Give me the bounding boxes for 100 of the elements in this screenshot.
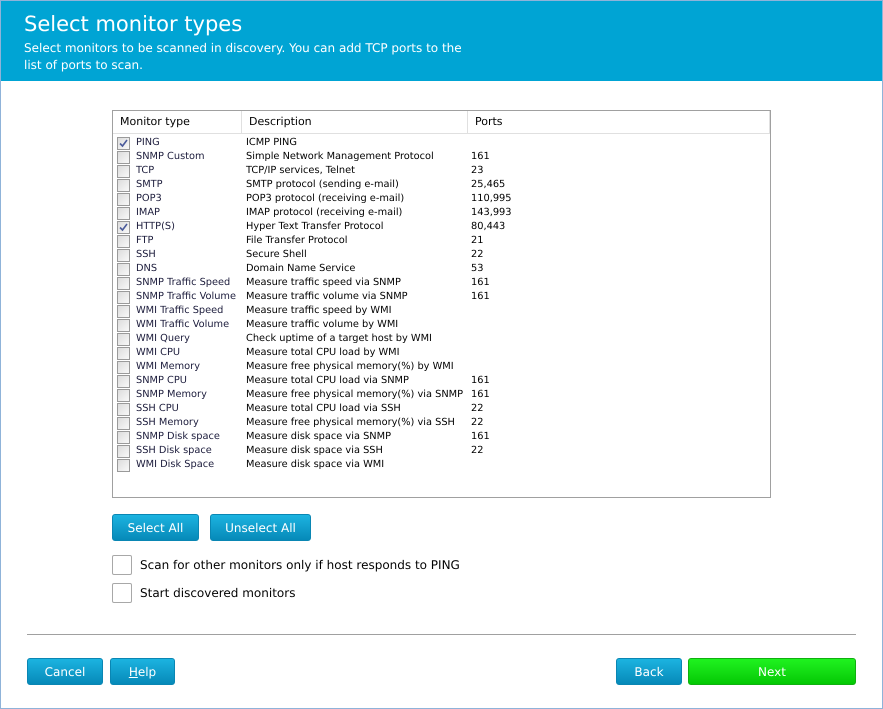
monitor-type: SSH bbox=[136, 248, 156, 262]
monitor-type: SNMP Traffic Volume bbox=[136, 290, 236, 304]
row-checkbox[interactable] bbox=[117, 430, 130, 444]
monitor-type: SNMP CPU bbox=[136, 374, 187, 388]
row-checkbox[interactable] bbox=[117, 136, 130, 150]
column-header[interactable]: Ports bbox=[468, 111, 770, 133]
monitor-description: Check uptime of a target host by WMI bbox=[246, 333, 432, 344]
monitor-description: Measure total CPU load by WMI bbox=[246, 347, 400, 358]
monitor-description: Measure traffic speed via SNMP bbox=[246, 277, 401, 288]
row-checkbox[interactable] bbox=[117, 276, 130, 290]
row-checkbox[interactable] bbox=[117, 206, 130, 220]
monitor-description: Measure total CPU load via SNMP bbox=[246, 375, 409, 386]
monitor-description: Measure free physical memory(%) via SSH bbox=[246, 417, 455, 428]
monitor-type: PING bbox=[136, 136, 160, 150]
option-checkbox[interactable] bbox=[112, 583, 132, 603]
footer-button[interactable]: Help bbox=[110, 658, 175, 685]
column-header[interactable]: Monitor type bbox=[113, 111, 242, 133]
monitor-description: Measure free physical memory(%) by WMI bbox=[246, 361, 454, 372]
monitor-description: IMAP protocol (receiving e-mail) bbox=[246, 207, 402, 218]
row-checkbox[interactable] bbox=[117, 248, 130, 262]
option-label: Start discovered monitors bbox=[140, 585, 296, 602]
monitor-type: DNS bbox=[136, 262, 158, 276]
monitor-ports: 22 bbox=[471, 249, 484, 260]
monitor-ports: 161 bbox=[471, 431, 490, 442]
monitor-type: SSH Memory bbox=[136, 416, 199, 430]
row-checkbox[interactable] bbox=[117, 332, 130, 346]
monitor-type: TCP bbox=[136, 164, 154, 178]
page-subtitle: Select monitors to be scanned in discovery. You can add TCP ports to the list of ports to scan. bbox=[24, 40, 463, 74]
monitor-ports: 21 bbox=[471, 235, 484, 246]
row-checkbox[interactable] bbox=[117, 444, 130, 458]
row-checkbox[interactable] bbox=[117, 262, 130, 276]
monitor-ports: 161 bbox=[471, 389, 490, 400]
monitor-type: WMI Traffic Speed bbox=[136, 304, 224, 318]
row-checkbox[interactable] bbox=[117, 304, 130, 318]
monitor-type: WMI Traffic Volume bbox=[136, 318, 230, 332]
page-title: Select monitor types bbox=[24, 11, 244, 37]
monitor-ports: 22 bbox=[471, 417, 484, 428]
monitor-type: IMAP bbox=[136, 206, 160, 220]
monitor-ports: 25,465 bbox=[471, 179, 506, 190]
table-action-button[interactable]: Unselect All bbox=[210, 514, 311, 541]
monitor-type: WMI Disk Space bbox=[136, 458, 214, 472]
monitor-ports: 161 bbox=[471, 291, 490, 302]
monitor-type: POP3 bbox=[136, 192, 162, 206]
monitor-description: Measure total CPU load via SSH bbox=[246, 403, 401, 414]
monitor-description: Domain Name Service bbox=[246, 263, 356, 274]
row-checkbox[interactable] bbox=[117, 150, 130, 164]
column-header[interactable]: Description bbox=[242, 111, 468, 133]
monitor-type: FTP bbox=[136, 234, 154, 248]
row-checkbox[interactable] bbox=[117, 458, 130, 472]
monitor-ports: 161 bbox=[471, 375, 490, 386]
row-checkbox[interactable] bbox=[117, 402, 130, 416]
monitor-type: SNMP Memory bbox=[136, 388, 207, 402]
row-checkbox[interactable] bbox=[117, 234, 130, 248]
monitor-description: Measure disk space via WMI bbox=[246, 459, 384, 470]
monitor-ports: 161 bbox=[471, 151, 490, 162]
monitor-description: Hyper Text Transfer Protocol bbox=[246, 221, 384, 232]
monitor-description: Measure free physical memory(%) via SNMP bbox=[246, 389, 464, 400]
monitor-type: SSH CPU bbox=[136, 402, 179, 416]
row-checkbox[interactable] bbox=[117, 178, 130, 192]
monitor-description: File Transfer Protocol bbox=[246, 235, 348, 246]
table-action-button[interactable]: Select All bbox=[112, 514, 199, 541]
monitor-description: SMTP protocol (sending e-mail) bbox=[246, 179, 399, 190]
monitor-description: Measure traffic volume via SNMP bbox=[246, 291, 408, 302]
monitor-type: SNMP Custom bbox=[136, 150, 205, 164]
monitor-description: Simple Network Management Protocol bbox=[246, 151, 434, 162]
monitor-ports: 80,443 bbox=[471, 221, 506, 232]
row-checkbox[interactable] bbox=[117, 290, 130, 304]
monitor-ports: 53 bbox=[471, 263, 484, 274]
monitor-type: SSH Disk space bbox=[136, 444, 212, 458]
monitor-description: Measure traffic volume by WMI bbox=[246, 319, 398, 330]
footer-button[interactable]: Next bbox=[688, 658, 856, 685]
monitor-description: TCP/IP services, Telnet bbox=[246, 165, 355, 176]
monitor-type: WMI Query bbox=[136, 332, 190, 346]
monitor-ports: 22 bbox=[471, 403, 484, 414]
option-checkbox[interactable] bbox=[112, 555, 132, 575]
monitor-description: Measure disk space via SSH bbox=[246, 445, 383, 456]
monitor-ports: 110,995 bbox=[471, 193, 512, 204]
monitor-description: POP3 protocol (receiving e-mail) bbox=[246, 193, 404, 204]
row-checkbox[interactable] bbox=[117, 164, 130, 178]
row-checkbox[interactable] bbox=[117, 346, 130, 360]
monitor-type: WMI CPU bbox=[136, 346, 180, 360]
monitor-type: SNMP Traffic Speed bbox=[136, 276, 230, 290]
row-checkbox[interactable] bbox=[117, 220, 130, 234]
row-checkbox[interactable] bbox=[117, 192, 130, 206]
option-label: Scan for other monitors only if host responds to PING bbox=[140, 557, 460, 574]
monitor-ports: 23 bbox=[471, 165, 484, 176]
checkmark-icon bbox=[119, 138, 128, 148]
monitor-description: Measure traffic speed by WMI bbox=[246, 305, 392, 316]
monitor-type: HTTP(S) bbox=[136, 220, 175, 234]
monitor-type: WMI Memory bbox=[136, 360, 200, 374]
monitor-ports: 22 bbox=[471, 445, 484, 456]
footer-button[interactable]: Cancel bbox=[27, 658, 103, 685]
row-checkbox[interactable] bbox=[117, 388, 130, 402]
monitor-description: Secure Shell bbox=[246, 249, 307, 260]
footer-button[interactable]: Back bbox=[616, 658, 682, 685]
row-checkbox[interactable] bbox=[117, 318, 130, 332]
checkmark-icon bbox=[119, 222, 128, 232]
row-checkbox[interactable] bbox=[117, 416, 130, 430]
row-checkbox[interactable] bbox=[117, 374, 130, 388]
row-checkbox[interactable] bbox=[117, 360, 130, 374]
